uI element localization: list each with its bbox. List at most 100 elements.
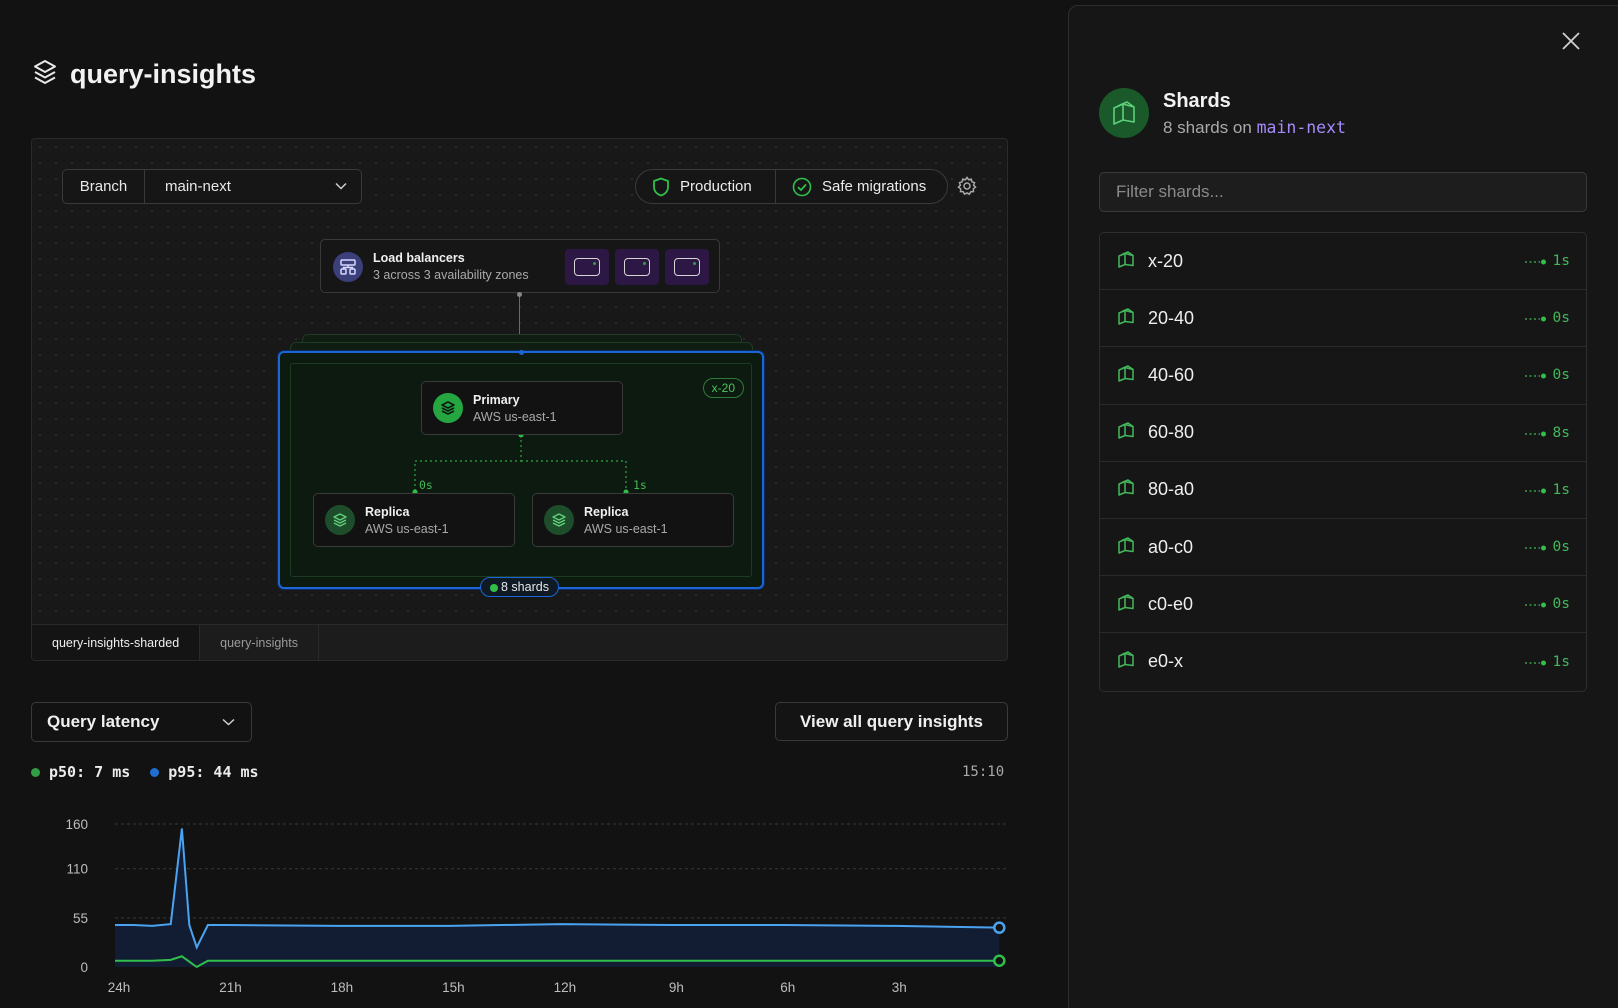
primary-region: AWS us-east-1 <box>473 410 557 424</box>
p95-last-point[interactable] <box>993 921 1006 934</box>
replica-node[interactable]: Replica AWS us-east-1 <box>313 493 515 547</box>
shard-cluster[interactable]: x-20 Primary AWS us-east-1 0s 1s Replica… <box>278 350 764 597</box>
replication-lag-icon <box>1524 539 1547 555</box>
settings-gear-icon[interactable] <box>957 176 977 201</box>
p95-dot-icon <box>150 767 160 777</box>
shard-lag-value: 8s <box>1552 424 1570 441</box>
view-all-query-insights-button[interactable]: View all query insights <box>775 702 1008 741</box>
replication-lag-icon <box>1524 310 1547 326</box>
replication-lag-icon <box>1524 367 1547 383</box>
shard-lag: 0s <box>1524 310 1570 327</box>
shard-lag-value: 0s <box>1552 539 1570 556</box>
production-badge[interactable]: Production <box>636 170 776 203</box>
page-header: query-insights <box>32 58 256 91</box>
replication-lag-icon <box>1524 654 1547 670</box>
legend-p50: p50: 7 ms <box>31 763 130 781</box>
shards-count-pill[interactable]: 8 shards <box>480 577 559 597</box>
connector-dot <box>517 292 522 297</box>
replica-node[interactable]: Replica AWS us-east-1 <box>532 493 734 547</box>
shard-name: 20-40 <box>1148 307 1195 328</box>
x-tick-label: 24h <box>108 980 131 995</box>
replica-region: AWS us-east-1 <box>365 522 449 536</box>
shards-icon <box>1099 88 1149 138</box>
replica-lag-label: 0s <box>419 478 433 492</box>
p50-value: p50: 7 ms <box>49 763 131 781</box>
shard-lag-value: 1s <box>1552 481 1570 498</box>
shard-row[interactable]: x-20 1s <box>1100 233 1586 291</box>
close-icon[interactable] <box>1560 30 1582 57</box>
shard-icon <box>1116 477 1136 502</box>
y-tick-label: 0 <box>80 960 88 975</box>
shard-name: 60-80 <box>1148 422 1195 443</box>
shards-branch-name: main-next <box>1256 118 1346 137</box>
shard-icon <box>1116 420 1136 445</box>
shard-row[interactable]: a0-c0 0s <box>1100 519 1586 577</box>
chevron-down-icon <box>222 718 235 726</box>
shard-row[interactable]: e0-x 1s <box>1100 633 1586 690</box>
shard-row[interactable]: c0-e0 0s <box>1100 576 1586 634</box>
layers-icon <box>32 58 58 91</box>
replication-lag-icon <box>1524 596 1547 612</box>
metric-value: Query latency <box>47 712 160 731</box>
load-balancers-title: Load balancers <box>373 251 465 265</box>
shards-subtitle-prefix: 8 shards on <box>1163 118 1252 137</box>
replica-title: Replica <box>365 505 410 519</box>
branch-label: Branch <box>63 170 145 203</box>
shard-row[interactable]: 40-60 0s <box>1100 347 1586 405</box>
database-layers-icon <box>433 393 463 423</box>
replication-lag-icon <box>1524 425 1547 441</box>
shard-name: e0-x <box>1148 651 1184 672</box>
page-title: query-insights <box>70 59 257 89</box>
shield-icon <box>653 177 669 196</box>
y-tick-label: 110 <box>66 862 88 877</box>
shard-lag-value: 1s <box>1552 653 1570 670</box>
topology-card: Branch main-next Production Safe migrati… <box>31 138 1008 661</box>
p50-dot-icon <box>31 767 40 777</box>
shard-row[interactable]: 60-80 8s <box>1100 405 1586 462</box>
shard-name: x-20 <box>1148 250 1184 271</box>
safe-migrations-badge[interactable]: Safe migrations <box>776 170 942 203</box>
x-tick-label: 9h <box>669 980 684 995</box>
tab-query-insights[interactable]: query-insights <box>200 625 319 660</box>
legend-p95: p95: 44 ms <box>150 763 259 781</box>
load-balancer-instance-icon <box>615 249 659 285</box>
x-tick-label: 12h <box>554 980 577 995</box>
p50-last-point[interactable] <box>993 954 1006 967</box>
shard-lag-value: 0s <box>1552 310 1570 327</box>
shard-icon <box>1116 306 1136 331</box>
branch-selector[interactable]: Branch main-next <box>62 169 362 204</box>
shards-panel-subtitle: 8 shards on main-next <box>1163 118 1346 138</box>
metric-dropdown[interactable]: Query latency <box>31 702 252 742</box>
shard-lag-value: 1s <box>1552 253 1570 270</box>
shard-icon <box>1116 249 1136 274</box>
shard-list: x-20 1s 20-40 0s 40-60 0s 60-80 8s 80-a0 1s a0-c0 0… <box>1099 232 1587 692</box>
shard-row[interactable]: 80-a0 1s <box>1100 462 1586 519</box>
filter-shards-input[interactable] <box>1099 172 1587 212</box>
load-balancer-instance-icon <box>665 249 709 285</box>
load-balancer-icon <box>333 252 363 282</box>
load-balancers-node[interactable]: Load balancers 3 across 3 availability z… <box>320 239 720 293</box>
primary-node[interactable]: Primary AWS us-east-1 <box>421 381 623 435</box>
branch-dropdown[interactable]: main-next <box>145 170 361 203</box>
shard-lag: 1s <box>1524 253 1570 270</box>
shard-lag-value: 0s <box>1552 596 1570 613</box>
latency-chart: 0 55 110 160 24h 21h 18h 15h 12h 9h 6h 3h <box>65 817 1008 995</box>
shard-lag: 1s <box>1524 481 1570 498</box>
shard-name: 40-60 <box>1148 364 1195 385</box>
database-layers-icon <box>325 505 355 535</box>
shard-row[interactable]: 20-40 0s <box>1100 290 1586 348</box>
shard-lag: 8s <box>1524 424 1570 441</box>
production-label: Production <box>680 178 752 195</box>
database-layers-icon <box>544 505 574 535</box>
shard-lag: 0s <box>1524 367 1570 384</box>
environment-badges: Production Safe migrations <box>635 169 948 204</box>
chevron-down-icon <box>335 182 347 190</box>
safe-migrations-label: Safe migrations <box>822 178 927 195</box>
shard-icon <box>1116 592 1136 617</box>
tab-query-insights-sharded[interactable]: query-insights-sharded <box>32 625 201 660</box>
shard-lag-value: 0s <box>1552 367 1570 384</box>
shard-name: c0-e0 <box>1148 593 1194 614</box>
shard-lag: 1s <box>1524 653 1570 670</box>
y-tick-label: 160 <box>65 817 88 832</box>
replica-title: Replica <box>584 505 629 519</box>
